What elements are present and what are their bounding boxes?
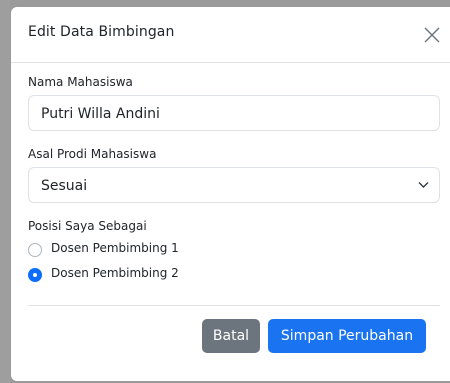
radio-button-1[interactable]	[28, 243, 42, 257]
radio-label-2: Dosen Pembimbing 2	[51, 266, 179, 280]
edit-dialog: Edit Data Bimbingan Nama Mahasiswa Putri…	[11, 7, 450, 381]
prodi-select[interactable]: Sesuai	[28, 167, 440, 203]
radio-label-1: Dosen Pembimbing 1	[51, 241, 179, 255]
position-label: Posisi Saya Sebagai	[28, 219, 147, 233]
modal-backdrop	[0, 0, 450, 6]
cancel-button[interactable]: Batal	[202, 319, 260, 353]
prodi-value: Sesuai	[41, 178, 88, 194]
dialog-title: Edit Data Bimbingan	[28, 24, 175, 40]
radio-dosen-pembimbing-2[interactable]: Dosen Pembimbing 2	[28, 266, 328, 284]
save-changes-button[interactable]: Simpan Perubahan	[268, 319, 426, 353]
radio-dosen-pembimbing-1[interactable]: Dosen Pembimbing 1	[28, 241, 328, 259]
name-value: Putri Willa Andini	[41, 106, 160, 122]
chevron-down-icon	[418, 182, 429, 188]
modal-backdrop-left	[0, 0, 10, 383]
name-field[interactable]: Putri Willa Andini	[28, 95, 440, 131]
prodi-label: Asal Prodi Mahasiswa	[28, 147, 157, 161]
footer-divider	[28, 305, 440, 306]
radio-button-2[interactable]	[28, 268, 42, 282]
dialog-header: Edit Data Bimbingan	[11, 7, 450, 63]
close-icon[interactable]	[423, 26, 441, 44]
name-label: Nama Mahasiswa	[28, 75, 133, 89]
